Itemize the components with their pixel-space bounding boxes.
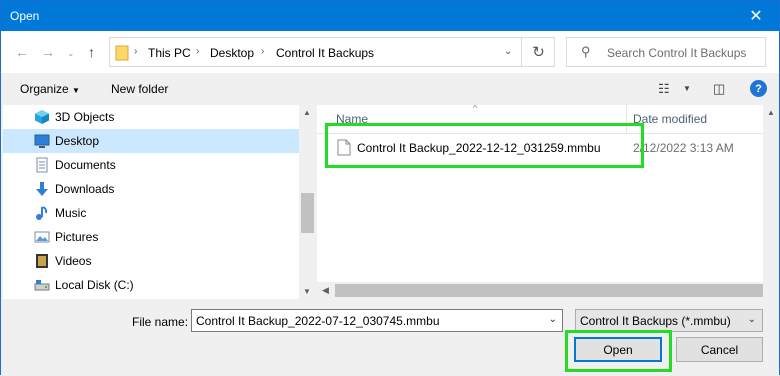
organize-button[interactable]: Organize ▼	[20, 82, 80, 96]
view-chevron-down-icon[interactable]: ▼	[683, 84, 691, 93]
chevron-down-icon: ▼	[72, 86, 80, 95]
nav-item-documents[interactable]: Documents	[3, 153, 299, 177]
scroll-up-icon[interactable]: ▲	[767, 108, 775, 117]
new-folder-button[interactable]: New folder	[111, 82, 168, 96]
nav-item-3d-objects[interactable]: 3D Objects	[3, 105, 299, 129]
file-type-filter[interactable]: Control It Backups (*.mmbu) ⌄	[575, 309, 763, 332]
nav-item-downloads[interactable]: Downloads	[3, 177, 299, 201]
music-icon	[36, 206, 48, 220]
command-bar: Organize ▼ New folder ☷ ▼ ◫ ?	[1, 73, 779, 105]
file-list-vertical-scrollbar[interactable]: ▲	[763, 105, 779, 299]
file-list-horizontal-scrollbar[interactable]: ◀	[317, 282, 763, 299]
documents-icon	[36, 157, 48, 173]
close-icon[interactable]: ✕	[733, 1, 779, 31]
sort-ascending-icon: ^	[473, 105, 478, 113]
nav-label: Pictures	[55, 230, 99, 244]
view-options-icon[interactable]: ☷	[658, 81, 670, 97]
folder-icon	[115, 45, 129, 61]
recent-chevron-icon[interactable]: ⌄	[67, 48, 75, 59]
refresh-button[interactable]: ↻	[521, 37, 555, 67]
3d-objects-icon	[35, 110, 49, 124]
open-highlight-box	[565, 330, 672, 372]
breadcrumb-control-it-backups[interactable]: Control It Backups	[276, 46, 374, 60]
file-type-value: Control It Backups (*.mmbu)	[580, 314, 731, 328]
pictures-icon	[34, 231, 50, 243]
search-icon: ⚲	[581, 44, 591, 59]
desktop-icon	[34, 134, 50, 148]
downloads-icon	[36, 182, 48, 196]
nav-label: Music	[55, 206, 87, 220]
file-name-label: File name:	[132, 315, 189, 329]
chevron-down-icon: ⌄	[747, 314, 756, 325]
search-placeholder: Search Control It Backups	[607, 46, 747, 60]
breadcrumb-separator-icon: ›	[196, 46, 200, 57]
nav-label: Videos	[55, 254, 92, 268]
forward-arrow-icon[interactable]: →	[41, 44, 55, 60]
file-name-value: Control It Backup_2022-07-12_030745.mmbu	[196, 314, 440, 328]
search-box[interactable]: ⚲ Search Control It Backups	[566, 37, 766, 67]
breadcrumb-separator-icon: ›	[134, 46, 138, 57]
nav-scrollbar[interactable]: ▲ ▼	[299, 105, 316, 299]
breadcrumb-separator-icon: ›	[261, 46, 265, 57]
nav-label: Documents	[55, 158, 116, 172]
chevron-down-icon[interactable]: ⌄	[549, 314, 557, 325]
breadcrumb-desktop[interactable]: Desktop	[210, 46, 254, 60]
title-bar: Open ✕	[1, 1, 779, 31]
back-arrow-icon[interactable]: ←	[15, 44, 29, 60]
breadcrumb-this-pc[interactable]: This PC	[148, 46, 191, 60]
nav-item-videos[interactable]: Videos	[3, 249, 299, 273]
open-dialog: Open ✕ ← → ⌄ ↑ › This PC › Desktop › Con…	[0, 0, 780, 376]
nav-label: 3D Objects	[55, 110, 115, 124]
file-name-field[interactable]: Control It Backup_2022-07-12_030745.mmbu…	[191, 309, 563, 332]
scroll-left-icon[interactable]: ◀	[322, 285, 329, 296]
window-title: Open	[10, 9, 40, 23]
scroll-down-icon[interactable]: ▼	[303, 287, 311, 296]
horizontal-scroll-thumb[interactable]	[335, 284, 763, 297]
nav-item-music[interactable]: Music	[3, 201, 299, 225]
local-disk-icon	[34, 280, 50, 291]
file-date: 2/12/2022 3:13 AM	[633, 141, 734, 155]
file-highlight-box	[325, 123, 644, 168]
preview-pane-icon[interactable]: ◫	[713, 81, 725, 97]
help-icon[interactable]: ?	[750, 80, 767, 97]
refresh-icon: ↻	[532, 44, 545, 61]
nav-item-local-disk[interactable]: Local Disk (C:)	[3, 273, 299, 297]
nav-scroll-thumb[interactable]	[301, 193, 314, 233]
address-history-chevron-icon[interactable]: ⌄	[504, 46, 512, 57]
navigation-pane: 3D Objects Desktop Documents Downloads M…	[3, 105, 299, 299]
videos-icon	[36, 254, 48, 268]
nav-item-pictures[interactable]: Pictures	[3, 225, 299, 249]
cancel-button[interactable]: Cancel	[676, 337, 763, 362]
nav-label: Desktop	[55, 134, 100, 148]
nav-label: Local Disk (C:)	[55, 278, 134, 292]
up-arrow-icon[interactable]: ↑	[88, 44, 95, 60]
scroll-up-icon[interactable]: ▲	[303, 108, 311, 117]
nav-label: Downloads	[55, 182, 115, 196]
address-bar[interactable]: › This PC › Desktop › Control It Backups…	[109, 37, 555, 67]
nav-item-desktop[interactable]: Desktop	[3, 129, 299, 153]
column-header-date-modified[interactable]: Date modified	[633, 112, 707, 126]
